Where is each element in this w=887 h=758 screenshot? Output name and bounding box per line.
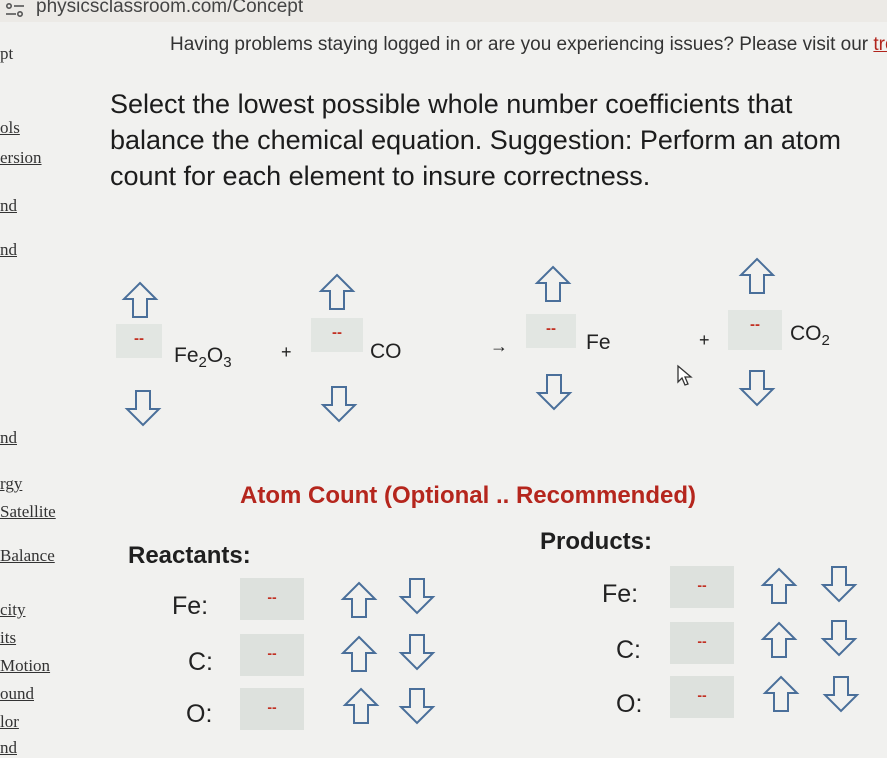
product-o-count[interactable]: --	[670, 676, 734, 718]
product-fe-count[interactable]: --	[670, 566, 734, 608]
sidebar-item[interactable]: ols	[0, 118, 20, 138]
product-fe-label: Fe:	[602, 580, 639, 608]
arrow-up-icon[interactable]	[762, 674, 800, 714]
arrow-down-icon[interactable]	[820, 564, 858, 604]
coefficient-fe[interactable]: --	[526, 314, 576, 348]
site-settings-icon[interactable]	[5, 3, 25, 17]
arrow-down-icon[interactable]	[320, 384, 358, 424]
plus-sign: +	[699, 330, 710, 350]
sidebar-item[interactable]: Motion	[0, 656, 50, 676]
arrow-down-icon[interactable]	[398, 632, 436, 672]
reaction-arrow: →	[490, 336, 508, 356]
arrow-down-icon[interactable]	[535, 372, 573, 412]
sidebar-item[interactable]: ound	[0, 684, 34, 704]
formula-subscript: 2	[821, 332, 830, 350]
arrow-up-icon[interactable]	[318, 272, 356, 312]
reactants-heading: Reactants:	[128, 542, 251, 569]
url-text[interactable]: physicsclassroom.com/Concept	[36, 0, 303, 18]
coefficient-co[interactable]: --	[311, 318, 363, 352]
arrow-up-icon[interactable]	[340, 580, 378, 620]
formula-co: CO	[370, 340, 402, 363]
browser-address-bar: physicsclassroom.com/Concept	[0, 0, 887, 22]
mouse-pointer-icon	[677, 364, 693, 386]
formula-subscript: 2	[198, 354, 207, 372]
sidebar-item[interactable]: Balance	[0, 546, 55, 566]
arrow-down-icon[interactable]	[398, 576, 436, 616]
arrow-up-icon[interactable]	[342, 686, 380, 726]
login-notice: Having problems staying logged in or are…	[170, 34, 887, 56]
atom-count-title: Atom Count (Optional .. Recommended)	[240, 482, 696, 509]
arrow-down-icon[interactable]	[822, 674, 860, 714]
reactant-o-count[interactable]: --	[240, 688, 304, 730]
sidebar-item[interactable]: nd	[0, 196, 17, 216]
formula-fe: Fe	[586, 331, 611, 354]
sidebar-item[interactable]: nd	[0, 240, 17, 260]
reactant-fe-label: Fe:	[172, 592, 209, 620]
arrow-up-icon[interactable]	[534, 264, 572, 304]
reactant-o-label: O:	[186, 700, 213, 728]
products-heading: Products:	[540, 528, 653, 555]
sidebar-item[interactable]: lor	[0, 712, 19, 732]
coefficient-fe2o3[interactable]: --	[116, 324, 162, 358]
arrow-up-icon[interactable]	[760, 566, 798, 606]
arrow-up-icon[interactable]	[121, 280, 159, 320]
notice-text: Having problems staying logged in or are…	[170, 34, 874, 55]
sidebar-item[interactable]: nd	[0, 428, 17, 448]
sidebar-item[interactable]: pt	[0, 44, 13, 64]
formula-co2: CO2	[790, 322, 830, 349]
product-c-count[interactable]: --	[670, 622, 734, 664]
coefficient-co2[interactable]: --	[728, 310, 782, 350]
arrow-down-icon[interactable]	[820, 618, 858, 658]
arrow-up-icon[interactable]	[738, 256, 776, 296]
arrow-down-icon[interactable]	[124, 388, 162, 428]
plus-sign: +	[281, 342, 292, 362]
sidebar-item[interactable]: city	[0, 600, 26, 620]
formula-fe2o3: Fe2O3	[174, 344, 232, 371]
notice-link[interactable]: tro	[873, 34, 887, 55]
formula-subscript: 3	[223, 354, 232, 372]
arrow-down-icon[interactable]	[738, 368, 776, 408]
reactant-c-count[interactable]: --	[240, 634, 304, 676]
product-o-label: O:	[616, 690, 643, 718]
formula-part: O	[206, 344, 224, 367]
reactant-c-label: C:	[188, 648, 213, 676]
sidebar-item[interactable]: nd	[0, 738, 17, 758]
sidebar-item[interactable]: rgy	[0, 474, 22, 494]
sidebar-item[interactable]: its	[0, 628, 16, 648]
sidebar-item[interactable]: ersion	[0, 148, 42, 168]
sidebar-nav: pt ols ersion nd nd nd rgy Satellite Bal…	[0, 22, 80, 758]
formula-part: Fe	[174, 344, 199, 367]
question-text: Select the lowest possible whole number …	[110, 89, 841, 191]
arrow-down-icon[interactable]	[398, 686, 436, 726]
product-c-label: C:	[616, 636, 641, 664]
arrow-up-icon[interactable]	[340, 634, 378, 674]
arrow-up-icon[interactable]	[760, 620, 798, 660]
sidebar-item[interactable]: Satellite	[0, 502, 56, 522]
reactant-fe-count[interactable]: --	[240, 578, 304, 620]
formula-part: CO	[790, 322, 822, 345]
